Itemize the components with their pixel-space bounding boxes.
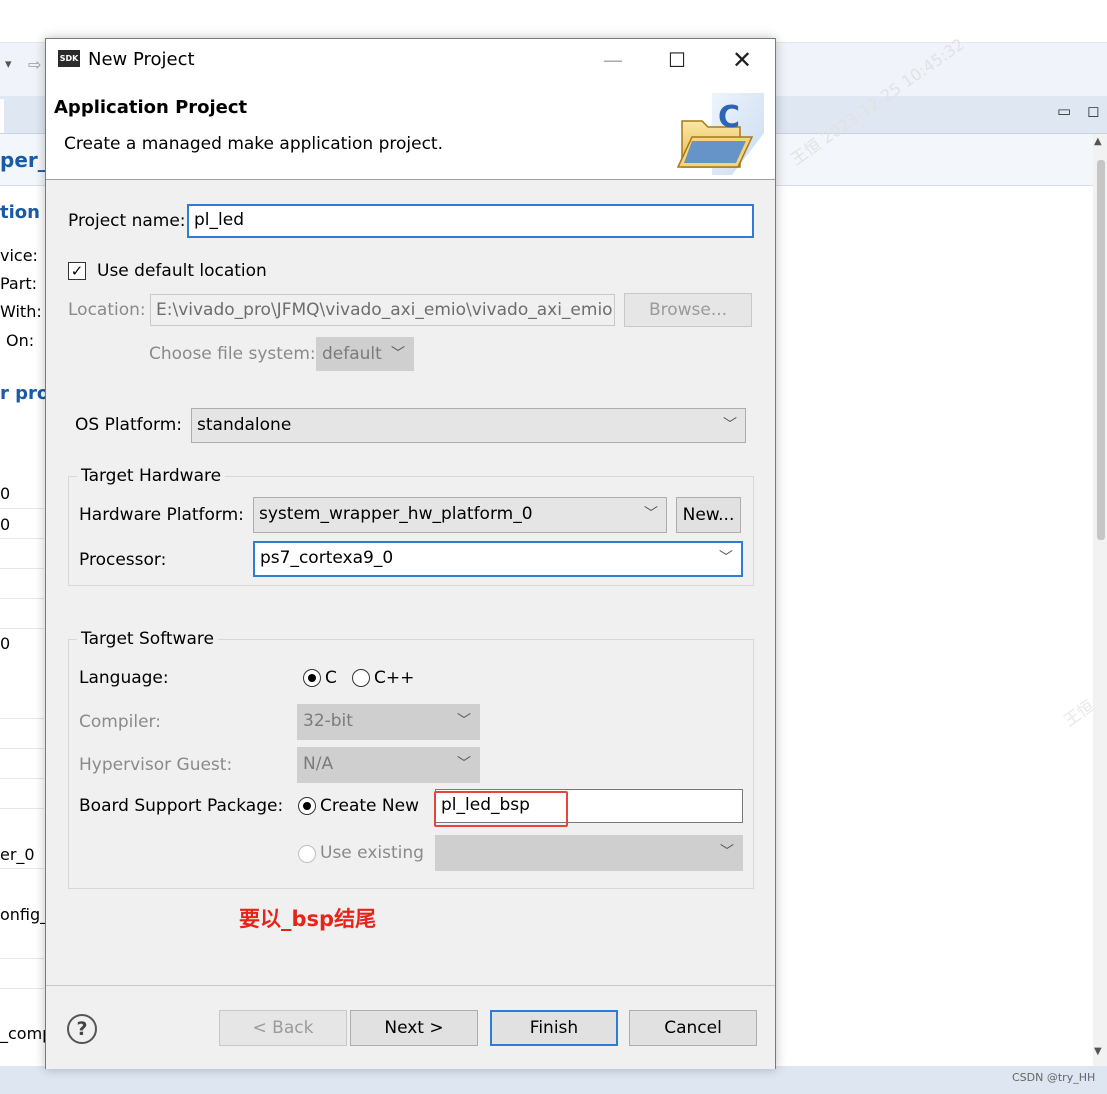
row-divider <box>0 508 44 509</box>
table-cell-fragment: onfig_ <box>0 905 49 924</box>
toolbar-dropdown-icon[interactable]: ▾ <box>5 57 12 72</box>
use-default-location-label: Use default location <box>97 261 267 281</box>
field-label-fragment: On: <box>6 331 35 350</box>
bsp-label: Board Support Package: <box>79 796 284 816</box>
back-button[interactable]: < Back <box>219 1010 347 1046</box>
bsp-create-new-radio[interactable] <box>298 797 316 815</box>
view-minimize-icon[interactable]: ▭ <box>1057 102 1071 120</box>
red-highlight-box <box>434 791 568 827</box>
row-divider <box>0 538 44 539</box>
language-c-label: C <box>325 668 337 688</box>
row-divider <box>0 718 44 719</box>
row-divider <box>0 628 44 629</box>
file-system-value: default <box>322 344 382 364</box>
ide-status-bar <box>0 1066 1107 1094</box>
table-cell-fragment: 0 <box>0 634 11 653</box>
hardware-platform-label: Hardware Platform: <box>79 505 244 525</box>
wizard-page-title: Application Project <box>54 97 248 118</box>
file-system-select[interactable]: default ﹀ <box>316 337 414 371</box>
wizard-page-description: Create a managed make application projec… <box>64 134 443 154</box>
field-label-fragment: vice: <box>0 246 38 265</box>
os-platform-label: OS Platform: <box>75 415 182 435</box>
use-default-location-checkbox[interactable]: ✓ <box>68 262 86 280</box>
chevron-down-icon: ﹀ <box>457 713 471 729</box>
browse-button[interactable]: Browse... <box>624 293 752 327</box>
chevron-down-icon: ﹀ <box>720 844 734 860</box>
compiler-select[interactable]: 32-bit ﹀ <box>297 704 480 740</box>
language-c-radio[interactable] <box>303 669 321 687</box>
project-name-input[interactable]: pl_led <box>187 204 754 238</box>
row-divider <box>0 868 44 869</box>
processor-label: Processor: <box>79 550 167 570</box>
chevron-down-icon: ﹀ <box>457 756 471 772</box>
row-divider <box>0 958 44 959</box>
cancel-button[interactable]: Cancel <box>629 1010 757 1046</box>
chevron-down-icon: ﹀ <box>644 506 658 522</box>
dialog-title: New Project <box>88 49 195 70</box>
bsp-use-existing-label: Use existing <box>320 843 424 863</box>
bsp-create-new-label: Create New <box>320 796 419 816</box>
os-platform-value: standalone <box>197 415 292 435</box>
toolbar-forward-icon[interactable]: ⇨ <box>28 55 41 74</box>
bsp-use-existing-radio[interactable] <box>298 845 316 863</box>
table-cell-fragment: 0 <box>0 484 11 503</box>
view-maximize-icon[interactable]: ◻ <box>1087 102 1099 120</box>
chevron-down-icon: ﹀ <box>391 346 405 362</box>
ide-top-area <box>0 0 1107 42</box>
language-cpp-label: C++ <box>374 668 415 688</box>
new-project-dialog: SDK New Project — ☐ ✕ Application Projec… <box>45 38 776 1069</box>
svg-text:C: C <box>718 100 740 135</box>
location-label: Location: <box>68 300 146 320</box>
hypervisor-guest-label: Hypervisor Guest: <box>79 755 233 775</box>
project-name-label: Project name: <box>68 211 186 231</box>
target-software-title: Target Software <box>77 629 218 649</box>
finish-button[interactable]: Finish <box>490 1010 618 1046</box>
location-input[interactable]: E:\vivado_pro\JFMQ\vivado_axi_emio\vivad… <box>150 294 615 326</box>
language-cpp-radio[interactable] <box>352 669 370 687</box>
annotation-note: 要以_bsp结尾 <box>239 907 377 931</box>
compiler-value: 32-bit <box>303 711 353 731</box>
section-heading-fragment: tion <box>0 202 40 223</box>
c-project-folder-icon: C <box>676 93 764 175</box>
row-divider <box>0 988 44 989</box>
row-divider <box>0 748 44 749</box>
processor-select[interactable]: ps7_cortexa9_0 ﹀ <box>253 541 743 577</box>
minimize-button[interactable]: — <box>584 39 642 81</box>
hardware-platform-value: system_wrapper_hw_platform_0 <box>259 504 533 524</box>
compiler-label: Compiler: <box>79 712 161 732</box>
processor-value: ps7_cortexa9_0 <box>260 548 394 568</box>
row-divider <box>0 598 44 599</box>
hypervisor-guest-select[interactable]: N/A ﹀ <box>297 747 480 783</box>
row-divider <box>0 568 44 569</box>
table-cell-fragment: 0 <box>0 515 11 534</box>
close-button[interactable]: ✕ <box>713 39 771 81</box>
hardware-platform-select[interactable]: system_wrapper_hw_platform_0 ﹀ <box>253 497 667 533</box>
scroll-down-icon[interactable]: ▼ <box>1094 1046 1102 1057</box>
row-divider <box>0 808 44 809</box>
dialog-titlebar[interactable]: SDK New Project — ☐ ✕ <box>46 39 775 83</box>
next-button[interactable]: Next > <box>350 1010 478 1046</box>
chevron-down-icon: ﹀ <box>719 550 733 566</box>
new-hardware-platform-button[interactable]: New... <box>676 497 741 533</box>
maximize-button[interactable]: ☐ <box>648 39 706 81</box>
field-label-fragment: Part: <box>0 274 37 293</box>
bsp-existing-select[interactable]: ﹀ <box>435 835 743 871</box>
help-icon[interactable]: ? <box>67 1014 97 1044</box>
sdk-app-icon: SDK <box>58 50 80 67</box>
language-label: Language: <box>79 668 169 688</box>
row-divider <box>0 778 44 779</box>
csdn-credit: CSDN @try_HH <box>1012 1071 1096 1084</box>
table-cell-fragment: er_0 <box>0 845 35 864</box>
scrollbar-thumb[interactable] <box>1097 160 1105 540</box>
wizard-banner: Application Project Create a managed mak… <box>46 83 775 180</box>
chevron-down-icon: ﹀ <box>723 417 737 433</box>
os-platform-select[interactable]: standalone ﹀ <box>191 408 746 443</box>
dialog-button-bar: ? < Back Next > Finish Cancel <box>46 985 775 1069</box>
target-hardware-title: Target Hardware <box>77 466 226 486</box>
ide-active-tab[interactable] <box>0 99 4 133</box>
file-system-label: Choose file system: <box>149 344 316 364</box>
scroll-up-icon[interactable]: ▲ <box>1094 136 1102 147</box>
field-label-fragment: With: <box>0 302 42 321</box>
hypervisor-guest-value: N/A <box>303 754 334 774</box>
